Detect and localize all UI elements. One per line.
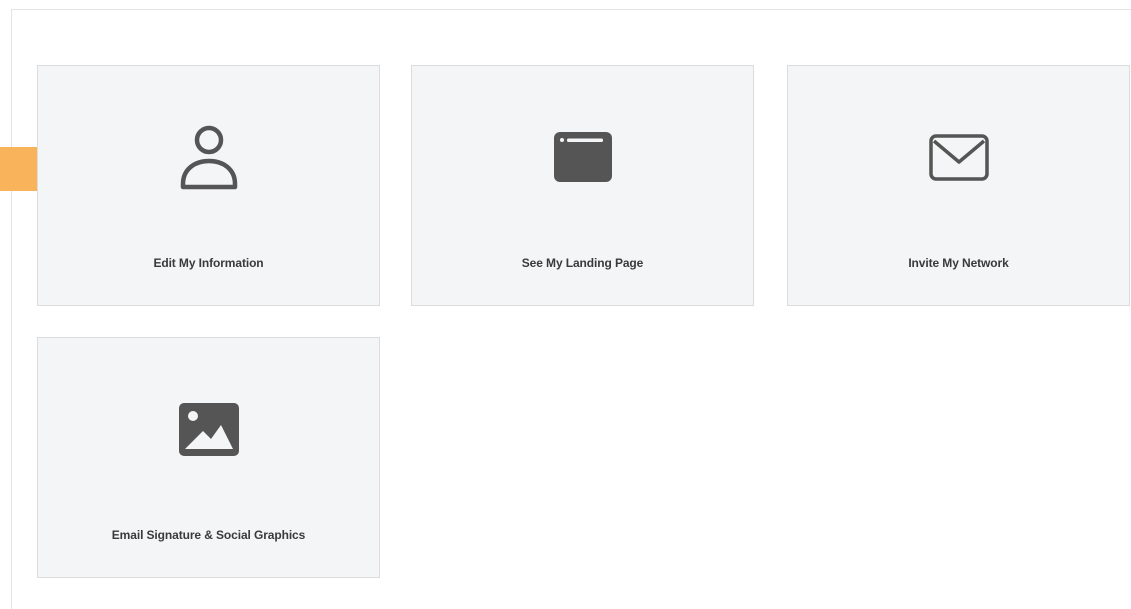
card-label: Invite My Network [908,256,1009,270]
invite-my-network-card[interactable]: Invite My Network [787,65,1130,306]
see-my-landing-page-card[interactable]: See My Landing Page [411,65,754,306]
envelope-icon [788,122,1129,194]
card-label: Edit My Information [153,256,264,270]
edit-my-information-card[interactable]: Edit My Information [37,65,380,306]
card-label: See My Landing Page [521,256,644,270]
user-icon [38,122,379,194]
email-signature-social-graphics-card[interactable]: Email Signature & Social Graphics [37,337,380,578]
card-label: Email Signature & Social Graphics [111,528,306,542]
image-icon [38,394,379,466]
browser-window-icon [412,122,753,194]
